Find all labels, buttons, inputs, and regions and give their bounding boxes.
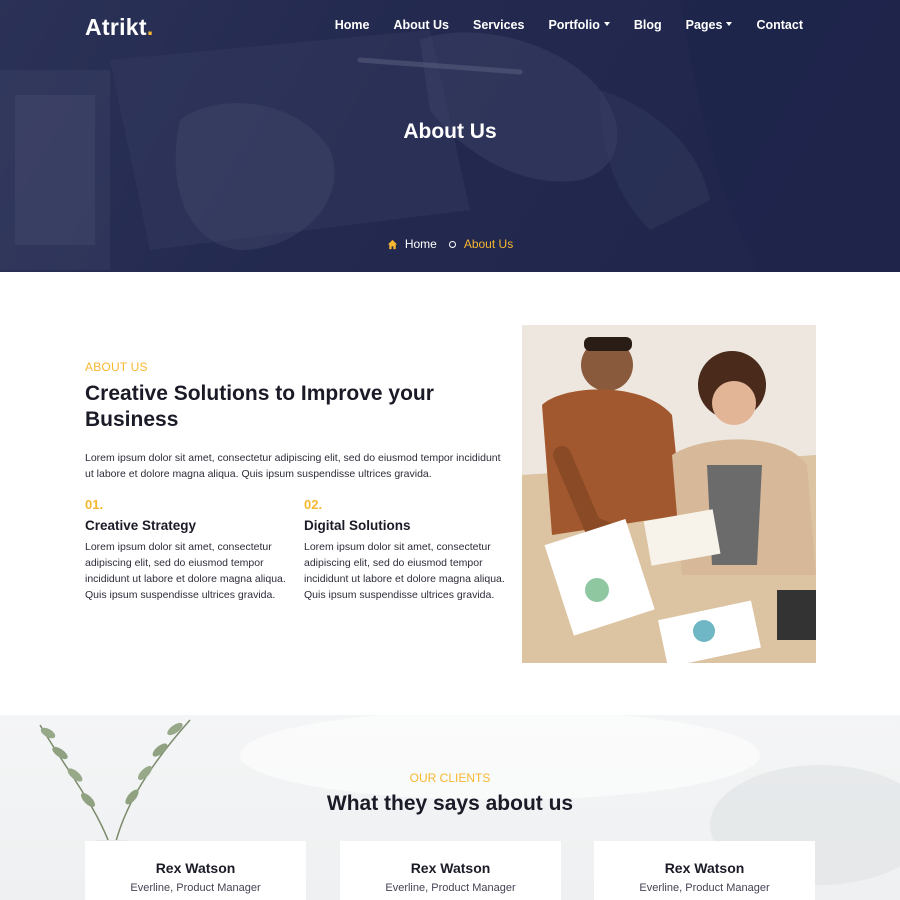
home-icon (387, 239, 397, 249)
client-name: Rex Watson (664, 860, 745, 876)
about-image (522, 325, 816, 663)
testimonial-card: Rex Watson Everline, Product Manager (85, 841, 306, 900)
team-meeting-illustration (522, 325, 816, 663)
feature-number: 02. (304, 497, 323, 512)
page-hero: Atrikt. Home About Us Services Portfolio… (0, 0, 900, 272)
nav-item-label: Portfolio (548, 18, 600, 32)
breadcrumb-current: About Us (463, 237, 514, 251)
nav-item-contact[interactable]: Contact (756, 18, 803, 32)
feature-title: Digital Solutions (304, 518, 411, 533)
client-name: Rex Watson (410, 860, 491, 876)
main-navbar: Atrikt. Home About Us Services Portfolio… (0, 0, 900, 52)
section-heading: What they says about us (326, 792, 574, 815)
chevron-down-icon (726, 22, 733, 26)
nav-menu: Home About Us Services Portfolio Blog Pa… (311, 18, 803, 32)
nav-item-label: Blog (633, 18, 662, 32)
testimonials-section: OUR CLIENTS What they says about us Rex … (0, 715, 900, 900)
client-role: Everline, Product Manager (639, 882, 770, 894)
chevron-down-icon (603, 22, 610, 26)
feature-title: Creative Strategy (85, 518, 197, 533)
feature-item: 01. Creative Strategy Lorem ipsum dolor … (85, 497, 290, 603)
site-logo[interactable]: Atrikt. (85, 14, 154, 41)
client-name: Rex Watson (155, 860, 236, 876)
section-tag: OUR CLIENTS (409, 771, 491, 785)
nav-item-label: Home (334, 18, 370, 32)
testimonial-card: Rex Watson Everline, Product Manager (594, 841, 815, 900)
nav-item-label: Services (473, 18, 525, 32)
section-description: Lorem ipsum dolor sit amet, consectetur … (85, 452, 501, 480)
page-title: About Us (403, 120, 497, 143)
feature-item: 02. Digital Solutions Lorem ipsum dolor … (304, 497, 509, 603)
nav-item-portfolio[interactable]: Portfolio (548, 18, 610, 32)
nav-item-services[interactable]: Services (473, 18, 524, 32)
section-heading: Creative Solutions to Improve your Busin… (85, 382, 434, 431)
client-role: Everline, Product Manager (385, 882, 516, 894)
client-role: Everline, Product Manager (130, 882, 261, 894)
nav-item-home[interactable]: Home (335, 18, 370, 32)
feature-text: Lorem ipsum dolor sit amet, consectetur … (304, 541, 505, 601)
logo-text: Atrikt (85, 14, 147, 40)
nav-item-label: About Us (393, 18, 450, 32)
nav-item-blog[interactable]: Blog (634, 18, 662, 32)
section-tag: ABOUT US (85, 360, 148, 374)
testimonial-card: Rex Watson Everline, Product Manager (340, 841, 561, 900)
nav-item-about-us[interactable]: About Us (393, 18, 449, 32)
breadcrumb-home-link[interactable]: Home (405, 237, 437, 251)
breadcrumb: Home About Us (0, 237, 900, 251)
feature-number: 01. (85, 497, 104, 512)
feature-text: Lorem ipsum dolor sit amet, consectetur … (85, 541, 286, 601)
nav-item-label: Contact (756, 18, 803, 32)
nav-item-pages[interactable]: Pages (686, 18, 733, 32)
breadcrumb-separator-icon (448, 240, 456, 248)
nav-item-label: Pages (685, 18, 723, 32)
logo-dot: . (146, 14, 154, 40)
